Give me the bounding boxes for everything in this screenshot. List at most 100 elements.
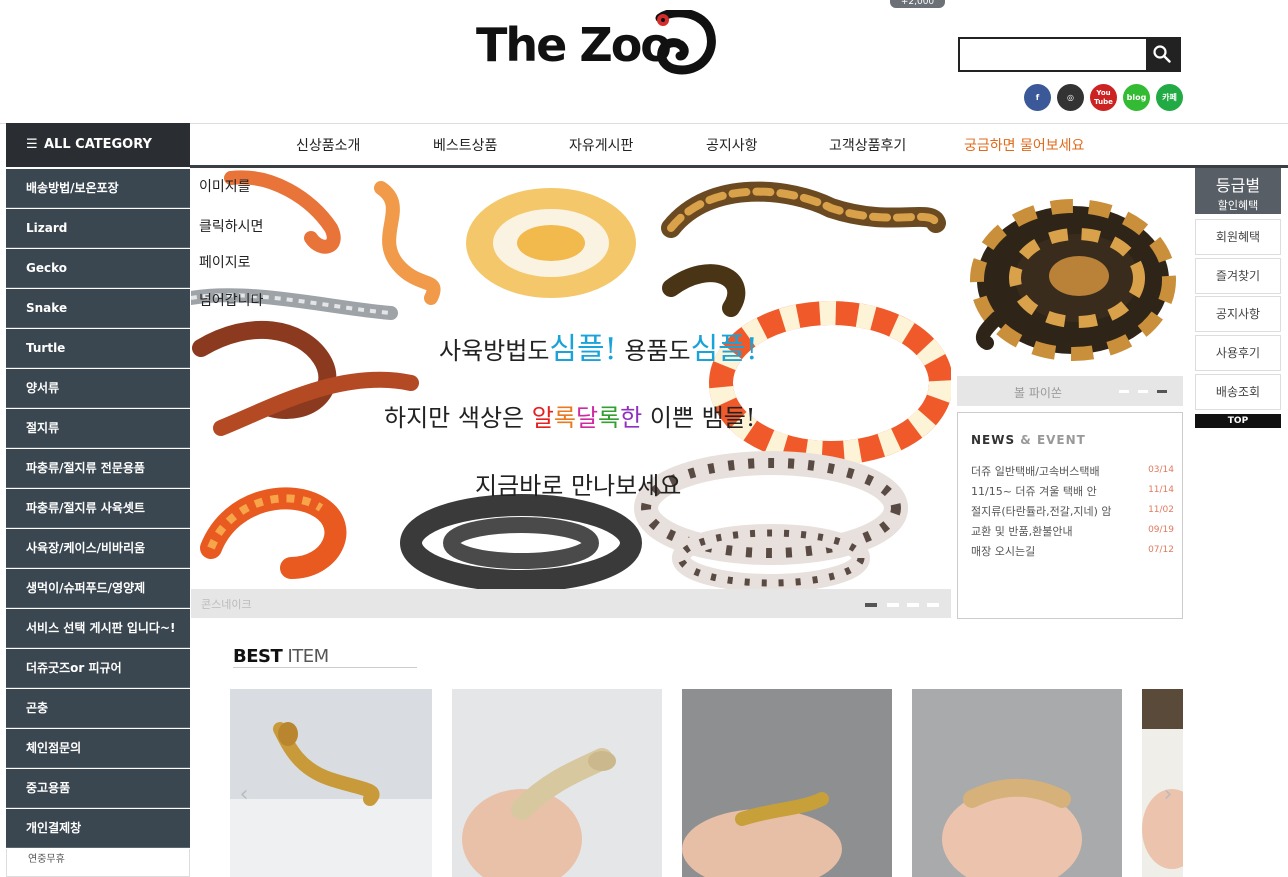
quick-menu-item[interactable]: 공지사항 [1195,296,1281,332]
banner-caption: 콘스네이크 [201,598,252,611]
main-navbar [0,123,1288,167]
banner-slide-dot[interactable] [927,603,939,607]
carousel-prev-arrow[interactable]: ‹ [232,780,256,810]
nav-reviews[interactable]: 고객상품후기 [829,135,906,155]
side-banner[interactable] [957,168,1183,408]
search-box [958,37,1181,72]
instagram-icon[interactable]: ◎ [1057,84,1084,111]
snake-collage-image [191,170,951,589]
category-item[interactable]: 양서류 [6,369,190,408]
category-item[interactable]: 체인점문의 [6,729,190,768]
cart-badge[interactable]: +2,000 [890,0,945,8]
news-date: 11/02 [1148,505,1174,515]
banner-slide-dot[interactable] [907,603,919,607]
category-item[interactable]: 곤충 [6,689,190,728]
all-category-label: ALL CATEGORY [44,137,152,152]
best-title-light: ITEM [282,646,329,667]
banner-caption-bar [191,589,951,618]
category-item[interactable]: 절지류 [6,409,190,448]
side-banner-caption-bar [957,376,1183,406]
headline-colorful-char: 록 [553,404,576,432]
carousel-next-arrow[interactable]: › [1156,780,1180,810]
news-date: 03/14 [1148,465,1174,475]
banner-slide-dot[interactable] [887,603,899,607]
news-item[interactable]: 11/15~ 더쥬 겨울 택배 안 [971,483,1151,499]
grade-discount-banner[interactable]: 등급별 할인혜택 [1195,168,1281,214]
product-card[interactable] [230,689,432,877]
nav-notice[interactable]: 공지사항 [706,135,758,155]
news-item[interactable]: 매장 오시는길 [971,543,1151,559]
youtube-icon[interactable]: You Tube [1090,84,1117,111]
category-item[interactable]: 배송방법/보온포장 [6,169,190,208]
search-icon [1153,45,1171,63]
product-card[interactable] [912,689,1122,877]
headline-colorful-char: 한 [620,404,643,432]
banner-headline-1: 사육방법도심플! 용품도심플! [439,324,758,368]
scroll-top-button[interactable]: TOP [1195,414,1281,428]
category-item[interactable]: Snake [6,289,190,328]
side-banner-slide-dot[interactable] [1138,390,1148,393]
category-item[interactable]: Gecko [6,249,190,288]
grade-title: 등급별 [1215,176,1261,195]
grade-subtitle: 할인혜택 [1217,199,1259,212]
headline-text: 하지만 색상은 [384,404,525,432]
category-item[interactable]: 중고용품 [6,769,190,808]
nav-qna[interactable]: 궁금하면 물어보세요 [964,135,1084,155]
news-item[interactable]: 더쥬 일반택배/고속버스택배 [971,463,1151,479]
search-button[interactable] [1146,39,1179,70]
category-item[interactable]: 파충류/절지류 사육셋트 [6,489,190,528]
blog-icon[interactable]: blog [1123,84,1150,111]
news-date: 07/12 [1148,545,1174,555]
cafe-icon[interactable]: 카페 [1156,84,1183,111]
category-item[interactable]: 파충류/절지류 전문용품 [6,449,190,488]
category-item[interactable]: Lizard [6,209,190,248]
category-item[interactable]: 개인결제창 [6,809,190,848]
category-sidebar: ☰ ALL CATEGORY 배송방법/보온포장 Lizard Gecko Sna… [6,123,190,877]
news-item[interactable]: 절지류(타란튤라,전갈,지네) 암 [971,503,1151,519]
sidebar-footer-text: 연중무휴 [28,854,65,865]
headline-simple-2: 심플! [690,332,758,367]
headline-text: 이쁜 뱀들! [649,404,756,432]
banner-headline-3: 지금바로 만나보세요 [475,472,682,500]
side-banner-slide-dot[interactable] [1119,390,1129,393]
all-category-button[interactable]: ☰ ALL CATEGORY [6,123,190,167]
side-banner-slide-dot[interactable] [1157,390,1167,393]
nav-free-board[interactable]: 자유게시판 [569,135,633,155]
product-image [682,689,892,877]
category-item[interactable]: 생먹이/슈퍼푸드/영양제 [6,569,190,608]
quick-menu-item[interactable]: 사용후기 [1195,335,1281,371]
product-card[interactable] [682,689,892,877]
headline-colorful-char: 알 [531,404,554,432]
product-image [230,689,432,877]
category-item[interactable]: Turtle [6,329,190,368]
category-item[interactable]: 서비스 선택 게시판 입니다~! [6,609,190,648]
logo-text: The Zoo [476,18,672,72]
product-image [452,689,662,877]
quick-menu-item[interactable]: 회원혜택 [1195,219,1281,255]
banner-side-text: 넘어갑니다 [199,293,264,309]
site-logo[interactable]: The Zoo [476,10,716,82]
product-card[interactable] [452,689,662,877]
best-title-bold: BEST [233,646,283,667]
banner-slide-dot[interactable] [865,603,877,607]
best-item-title: BEST ITEM [233,646,329,667]
product-image [912,689,1122,877]
news-date: 09/19 [1148,525,1174,535]
banner-headline-2: 하지만 색상은 알록달록한 이쁜 뱀들! [384,398,755,433]
search-input[interactable] [960,39,1146,70]
facebook-icon[interactable]: f [1024,84,1051,111]
banner-side-text: 페이지로 [199,255,251,271]
news-title-main: NEWS [971,433,1016,447]
category-item[interactable]: 더쥬굿즈or 피규어 [6,649,190,688]
menu-icon: ☰ [26,137,38,152]
main-banner[interactable]: 이미지를 클릭하시면 페이지로 넘어갑니다 사육방법도심플! 용품도심플! 하지… [191,168,951,618]
quick-menu-item[interactable]: 배송조회 [1195,374,1281,410]
news-item[interactable]: 교환 및 반품,환불안내 [971,523,1151,539]
category-item[interactable]: 사육장/케이스/비바리움 [6,529,190,568]
nav-new-products[interactable]: 신상품소개 [296,135,360,155]
news-event-box: NEWS & EVENT 더쥬 일반택배/고속버스택배 03/14 11/15~… [957,412,1183,619]
nav-best-products[interactable]: 베스트상품 [433,135,497,155]
quick-menu-item[interactable]: 즐겨찾기 [1195,258,1281,294]
news-title: NEWS & EVENT [971,433,1086,447]
headline-colorful-char: 달 [575,404,599,432]
